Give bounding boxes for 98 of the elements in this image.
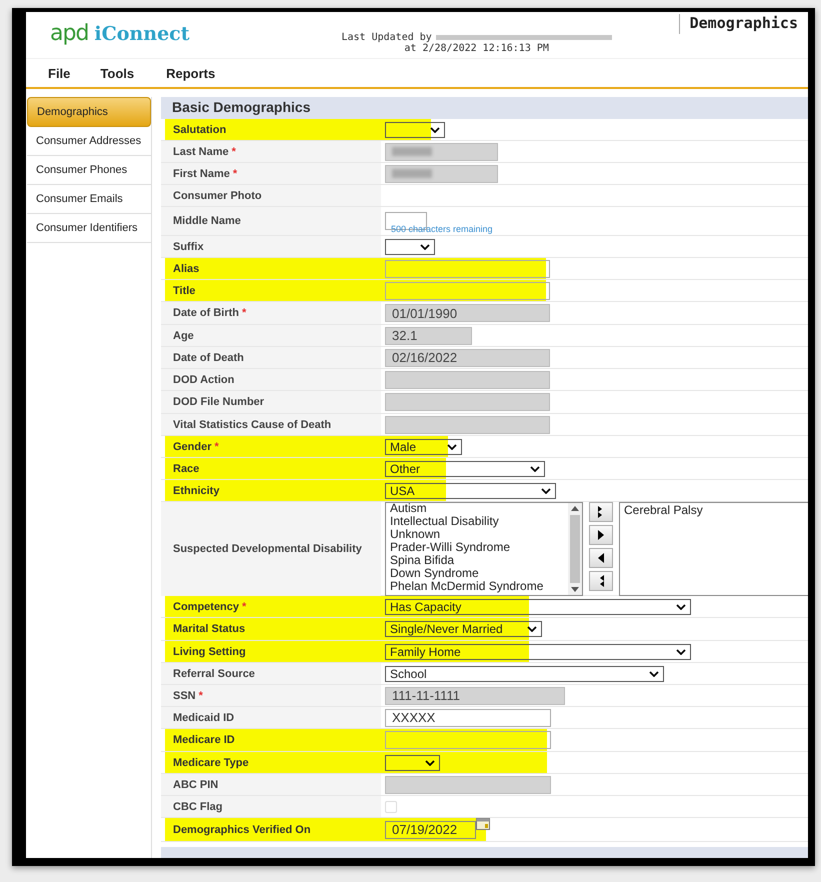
menu-item[interactable]: Reports [166, 66, 216, 80]
required-mark: * [198, 690, 203, 702]
field-label: Referral Source [173, 668, 255, 680]
required-mark: * [232, 168, 238, 180]
menu-item[interactable]: Tools [100, 66, 134, 80]
field-label: Last Name [173, 146, 229, 158]
field-label: Date of Birth [173, 307, 239, 319]
field-label: Salutation [173, 124, 226, 136]
right-triangle-icon [597, 529, 605, 541]
move-right-button[interactable] [589, 525, 613, 545]
list-option[interactable]: Intellectual Disability [390, 515, 568, 528]
select-field[interactable] [385, 122, 445, 138]
field-label: Date of Death [173, 352, 244, 364]
list-option[interactable]: Cerebral Palsy [624, 504, 808, 517]
last-updated-label: Last Updated by [342, 32, 432, 43]
sidebar-item[interactable]: Consumer Phones [27, 156, 151, 185]
field-label: DOD File Number [173, 396, 264, 408]
field-label: Marital Status [173, 623, 246, 635]
list-option[interactable]: Down Syndrome [390, 567, 568, 580]
characters-remaining-hint: 500 characters remaining [391, 224, 493, 234]
list-option[interactable]: Spina Bifida [390, 554, 568, 567]
scrollbar[interactable] [568, 503, 582, 595]
select-field[interactable]: Single/Never Married [385, 621, 542, 637]
calendar-icon[interactable] [476, 818, 490, 830]
required-mark: * [214, 440, 219, 452]
chevron-down-icon [541, 488, 551, 494]
section-header: Basic Demographics [161, 97, 808, 119]
field-label: Living Setting [173, 646, 246, 658]
chevron-down-icon [430, 126, 440, 132]
last-updated-time: at 2/28/2022 12:16:13 PM [403, 43, 550, 54]
field-label: Title [173, 284, 196, 296]
readonly-field: 111-11-1111 [385, 686, 565, 704]
list-option[interactable]: Prader-Willi Syndrome [390, 541, 568, 554]
menu-item[interactable]: File [48, 66, 70, 80]
select-field[interactable] [385, 238, 435, 254]
move-all-right-button[interactable] [589, 502, 613, 522]
field-label: Middle Name [173, 215, 241, 227]
sidebar-item[interactable]: Consumer Identifiers [27, 214, 151, 243]
logo-mark: apd [50, 21, 88, 46]
required-mark: * [242, 600, 246, 612]
readonly-field: 32.1 [385, 326, 472, 344]
field-label: Alias [173, 262, 200, 274]
field-label: Suffix [173, 240, 204, 252]
move-left-button[interactable] [589, 548, 613, 568]
scroll-down-icon[interactable] [571, 587, 579, 592]
date-field[interactable]: 07/19/2022 [385, 820, 476, 838]
logo-text: iConnect [94, 23, 190, 45]
required-mark: * [242, 307, 246, 319]
list-option[interactable]: Phelan McDermid Syndrome [390, 580, 568, 593]
select-field[interactable]: Has Capacity [385, 598, 691, 614]
field-label: DOD Action [173, 374, 234, 386]
chevron-down-icon [420, 244, 430, 250]
field-label: Demographics Verified On [173, 824, 311, 836]
field-label: Competency [173, 600, 240, 612]
available-list[interactable]: Autism Intellectual Disability Unknown Prader-Willi Syndrome Spina Bifida Down Syndrome Phelan McDermid Syndrome [385, 502, 583, 596]
field-label: SSN [173, 690, 196, 702]
select-field[interactable]: School [385, 666, 664, 682]
field-label: CBC Flag [173, 800, 222, 812]
chevron-down-icon [447, 444, 457, 450]
readonly-field: 02/16/2022 [385, 348, 550, 366]
readonly-field: 01/01/1990 [385, 304, 550, 322]
sidebar-item[interactable]: Consumer Emails [27, 185, 151, 214]
chevron-down-icon [649, 670, 659, 676]
field-label: Consumer Photo [173, 190, 262, 202]
field-label: Age [173, 330, 194, 342]
input-field[interactable] [385, 731, 551, 749]
list-option[interactable]: Autism [390, 503, 568, 515]
page-title: Demographics [678, 14, 808, 34]
field-label: Race [173, 462, 200, 474]
select-field[interactable]: Male [385, 438, 462, 454]
move-all-left-button[interactable] [589, 571, 613, 591]
select-field[interactable]: Family Home [385, 644, 691, 660]
list-option[interactable]: Unknown [390, 528, 568, 541]
field-label: Medicare ID [173, 734, 235, 746]
scroll-up-icon[interactable] [571, 506, 579, 511]
field-label: ABC PIN [173, 778, 218, 790]
field-label: Medicaid ID [173, 712, 234, 724]
input-field[interactable] [385, 260, 550, 278]
chevron-down-icon [530, 466, 540, 472]
field-label: Suspected Developmental Disability [173, 543, 362, 555]
required-mark: * [232, 146, 236, 158]
field-label: First Name [173, 168, 230, 180]
field-label: Medicare Type [173, 756, 249, 768]
field-label: Ethnicity [173, 484, 220, 496]
select-field[interactable]: USA [385, 482, 556, 498]
chevron-down-icon [425, 760, 435, 766]
input-field[interactable] [385, 282, 550, 300]
chevron-down-icon [676, 604, 686, 610]
left-triangle-icon [597, 552, 605, 564]
field-label: Gender [173, 440, 212, 452]
select-field[interactable]: Other [385, 460, 545, 476]
chevron-down-icon [527, 626, 537, 632]
chevron-down-icon [676, 648, 686, 654]
sidebar-item[interactable]: Demographics [27, 97, 151, 127]
sidebar-item[interactable]: Consumer Addresses [27, 127, 151, 156]
field-label: Vital Statistics Cause of Death [173, 418, 332, 430]
input-field[interactable]: XXXXX [385, 708, 551, 726]
select-field[interactable] [385, 754, 440, 770]
